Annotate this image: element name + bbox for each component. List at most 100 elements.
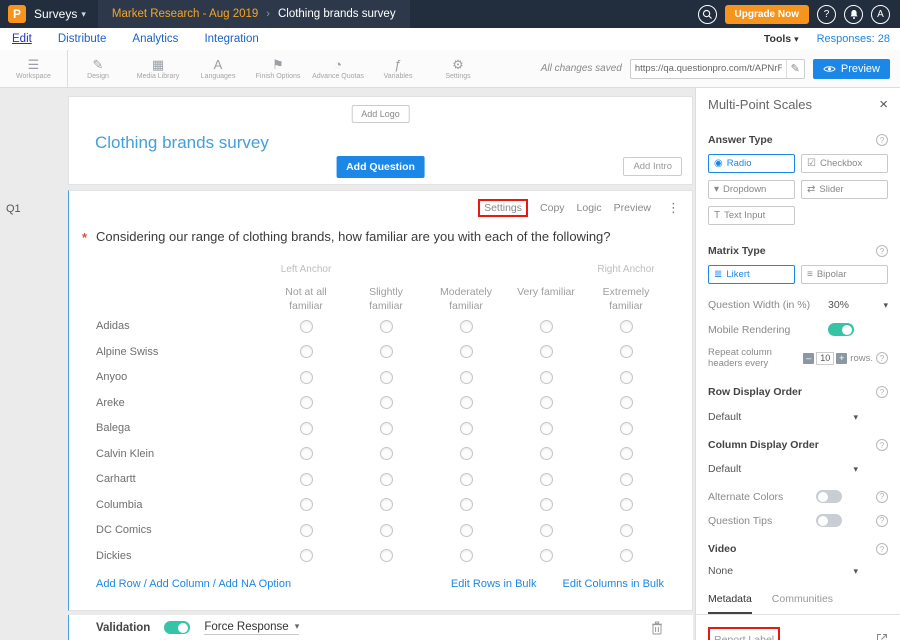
matrix-type-option-likert[interactable]: ≣Likert: [708, 265, 795, 284]
radio-button[interactable]: [380, 549, 393, 562]
alternate-colors-toggle[interactable]: [816, 490, 842, 503]
help-icon[interactable]: [876, 515, 888, 527]
radio-button[interactable]: [460, 422, 473, 435]
increment-icon[interactable]: +: [836, 353, 847, 364]
upgrade-now-button[interactable]: Upgrade Now: [725, 5, 809, 24]
search-icon[interactable]: [698, 5, 717, 24]
row-label[interactable]: Alpine Swiss: [96, 346, 266, 358]
help-icon[interactable]: [876, 543, 888, 555]
radio-button[interactable]: [460, 524, 473, 537]
radio-button[interactable]: [620, 524, 633, 537]
answer-type-option-text-input[interactable]: TText Input: [708, 206, 795, 225]
question-action-settings[interactable]: Settings: [478, 199, 528, 217]
row-label[interactable]: Areke: [96, 397, 266, 409]
responses-link[interactable]: Responses: 28: [817, 33, 890, 45]
row-label[interactable]: Dickies: [96, 550, 266, 562]
radio-button[interactable]: [620, 345, 633, 358]
matrix-type-option-bipolar[interactable]: ≡Bipolar: [801, 265, 888, 284]
mobile-rendering-toggle[interactable]: [828, 323, 854, 336]
tab-edit[interactable]: Edit: [12, 33, 32, 45]
toolbar-media-library[interactable]: ▦Media Library: [128, 50, 188, 87]
survey-title[interactable]: Clothing brands survey: [95, 133, 269, 153]
help-icon[interactable]: [876, 439, 888, 451]
radio-button[interactable]: [540, 549, 553, 562]
left-anchor-placeholder[interactable]: Left Anchor: [266, 264, 346, 275]
radio-button[interactable]: [540, 498, 553, 511]
radio-button[interactable]: [300, 396, 313, 409]
radio-button[interactable]: [620, 371, 633, 384]
question-width-value[interactable]: 30%: [828, 299, 849, 311]
survey-url-input[interactable]: [631, 63, 786, 74]
radio-button[interactable]: [540, 320, 553, 333]
radio-button[interactable]: [460, 498, 473, 511]
radio-button[interactable]: [620, 320, 633, 333]
row-label[interactable]: Balega: [96, 422, 266, 434]
radio-button[interactable]: [620, 473, 633, 486]
radio-button[interactable]: [300, 345, 313, 358]
row-label[interactable]: Carhartt: [96, 473, 266, 485]
column-header[interactable]: Very familiar: [506, 281, 586, 299]
chevron-down-icon[interactable]: [853, 464, 858, 475]
surveys-menu[interactable]: Surveys: [34, 7, 77, 21]
radio-button[interactable]: [540, 422, 553, 435]
column-display-order-value[interactable]: Default: [708, 463, 741, 475]
answer-type-option-checkbox[interactable]: ☑Checkbox: [801, 154, 888, 173]
radio-button[interactable]: [540, 473, 553, 486]
column-header[interactable]: Not at all familiar: [266, 281, 346, 313]
close-icon[interactable]: ×: [879, 98, 888, 112]
link-add-row[interactable]: Add Row: [96, 578, 141, 590]
row-label[interactable]: Columbia: [96, 499, 266, 511]
column-header[interactable]: Extremely familiar: [586, 281, 666, 313]
column-header[interactable]: Slightly familiar: [346, 281, 426, 313]
radio-button[interactable]: [460, 447, 473, 460]
radio-button[interactable]: [620, 396, 633, 409]
radio-button[interactable]: [380, 371, 393, 384]
question-text[interactable]: * Considering our range of clothing bran…: [96, 229, 680, 244]
tab-metadata[interactable]: Metadata: [708, 593, 752, 614]
radio-button[interactable]: [540, 396, 553, 409]
radio-button[interactable]: [300, 447, 313, 460]
radio-button[interactable]: [460, 473, 473, 486]
radio-button[interactable]: [460, 396, 473, 409]
row-label[interactable]: Anyoo: [96, 371, 266, 383]
toolbar-settings[interactable]: ⚙Settings: [428, 50, 488, 87]
delete-question-trash-icon[interactable]: [651, 621, 663, 635]
chevron-down-icon[interactable]: [853, 412, 858, 423]
edit-url-pencil-icon[interactable]: ✎: [786, 60, 804, 78]
radio-button[interactable]: [540, 371, 553, 384]
question-action-logic[interactable]: Logic: [577, 202, 602, 214]
row-display-order-value[interactable]: Default: [708, 411, 741, 423]
force-response-dropdown[interactable]: Force Response: [204, 621, 299, 635]
row-label[interactable]: DC Comics: [96, 524, 266, 536]
row-label[interactable]: Adidas: [96, 320, 266, 332]
radio-button[interactable]: [300, 549, 313, 562]
toolbar-variables[interactable]: ƒVariables: [368, 50, 428, 87]
add-question-button[interactable]: Add Question: [336, 156, 425, 178]
row-label[interactable]: Calvin Klein: [96, 448, 266, 460]
question-action-preview[interactable]: Preview: [614, 202, 651, 214]
radio-button[interactable]: [620, 422, 633, 435]
radio-button[interactable]: [380, 396, 393, 409]
decrement-icon[interactable]: –: [803, 353, 814, 364]
chevron-down-icon[interactable]: [883, 300, 888, 311]
question-tips-toggle[interactable]: [816, 514, 842, 527]
help-button[interactable]: ?: [817, 5, 836, 24]
tab-distribute[interactable]: Distribute: [58, 33, 107, 45]
radio-button[interactable]: [380, 422, 393, 435]
questionpro-logo[interactable]: P: [8, 5, 26, 23]
answer-type-option-dropdown[interactable]: ▾Dropdown: [708, 180, 795, 199]
question-action-copy[interactable]: Copy: [540, 202, 565, 214]
radio-button[interactable]: [540, 524, 553, 537]
radio-button[interactable]: [620, 498, 633, 511]
toolbar-workspace[interactable]: ☰Workspace: [0, 50, 68, 87]
preview-button[interactable]: Preview: [813, 59, 890, 79]
chevron-down-icon[interactable]: [853, 566, 858, 577]
link-edit-rows-in-bulk[interactable]: Edit Rows in Bulk: [451, 578, 537, 590]
radio-button[interactable]: [380, 345, 393, 358]
link-add-column[interactable]: Add Column: [149, 578, 210, 590]
answer-type-option-slider[interactable]: ⇄Slider: [801, 180, 888, 199]
radio-button[interactable]: [460, 345, 473, 358]
radio-button[interactable]: [620, 447, 633, 460]
radio-button[interactable]: [380, 320, 393, 333]
help-icon[interactable]: [876, 491, 888, 503]
